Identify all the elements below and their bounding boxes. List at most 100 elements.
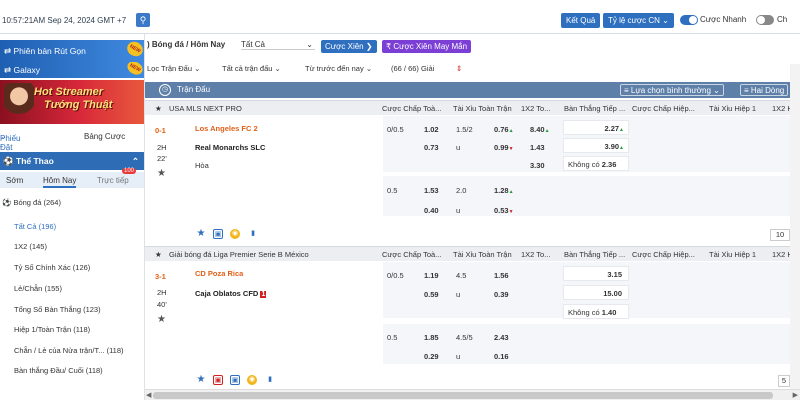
- soccer-field-icon[interactable]: ▣: [213, 375, 223, 385]
- x12-odds[interactable]: 3.30: [530, 161, 545, 170]
- next-goal-odds[interactable]: 15.00: [563, 285, 629, 300]
- filter-match[interactable]: Lọc Trận Đấu ⌄: [147, 64, 200, 73]
- ou-odds[interactable]: 0.39: [494, 290, 509, 299]
- chevron-down-icon: ⌄: [662, 16, 669, 25]
- star-icon[interactable]: ★: [196, 229, 206, 239]
- favorite-star-icon[interactable]: ★: [157, 168, 166, 179]
- next-goal-odds[interactable]: 2.27▲: [563, 120, 629, 135]
- market-select[interactable]: Tất Cả ⌄: [241, 40, 315, 50]
- market-item-total-goals[interactable]: Tổng Số Bàn Thắng (123): [14, 305, 101, 314]
- away-team: Caja Oblatos CFD 1: [195, 289, 267, 298]
- market-item-odd-even[interactable]: Lẻ/Chẵn (155): [14, 284, 62, 293]
- handicap-odds[interactable]: 0.40: [424, 206, 439, 215]
- favorite-star-icon[interactable]: ★: [157, 314, 166, 325]
- horizontal-scrollbar[interactable]: ◀ ▶: [145, 389, 800, 400]
- ou-odds[interactable]: 0.16: [494, 352, 509, 361]
- vertical-scrollbar[interactable]: [790, 64, 800, 389]
- col-handicap: Cược Chấp Toà...: [382, 250, 442, 259]
- more-markets-button[interactable]: 10: [770, 229, 790, 241]
- soccer-ball-icon: ⚽: [3, 156, 14, 166]
- market-item-1x2[interactable]: 1X2 (145): [14, 242, 47, 251]
- star-icon[interactable]: ★: [196, 375, 206, 385]
- video-icon[interactable]: ▣: [230, 375, 240, 385]
- swap-icon: ⇄: [4, 46, 12, 56]
- match-half: 2H: [157, 288, 167, 297]
- filter-count[interactable]: (66 / 66) Giải: [391, 64, 434, 73]
- next-goal-none[interactable]: Không có 1.40: [563, 304, 629, 319]
- swap-icon: ⇄: [4, 65, 12, 75]
- col-half-handicap: Cược Chấp Hiệp...: [632, 250, 695, 259]
- hot-streamer-subtitle: Tướng Thuật: [44, 99, 113, 111]
- second-toggle[interactable]: [756, 15, 774, 25]
- match-half: 2H: [157, 143, 167, 152]
- stats-icon[interactable]: ▮: [248, 229, 258, 239]
- live-stream-icon[interactable]: ◉: [247, 375, 257, 385]
- handicap-odds[interactable]: 0.59: [424, 290, 439, 299]
- ou-odds[interactable]: 0.99▼: [494, 143, 514, 152]
- quick-bet-label: Cược Nhanh: [700, 15, 747, 24]
- ou-odds[interactable]: 2.43: [494, 333, 509, 342]
- col-next-goal: Bàn Thắng Tiếp ...: [564, 104, 626, 113]
- next-goal-none[interactable]: Không có 2.36: [563, 156, 629, 171]
- scrollbar-thumb[interactable]: [153, 392, 773, 399]
- handicap-odds[interactable]: 1.19: [424, 271, 439, 280]
- filter-all-matches[interactable]: Tất cả trận đấu ⌄: [222, 64, 281, 73]
- x12-odds[interactable]: 1.43: [530, 143, 545, 152]
- view-choice-select[interactable]: ≡ Lựa chọn bình thường ⌄: [620, 84, 724, 96]
- star-icon[interactable]: ★: [155, 101, 162, 116]
- handicap-odds[interactable]: 1.53: [424, 186, 439, 195]
- tab-bet-slip[interactable]: Phiếu Đặt Cược ⌄: [0, 132, 20, 161]
- more-markets-button[interactable]: 5: [778, 375, 790, 387]
- sort-icon[interactable]: ⇕: [456, 64, 462, 73]
- ou-odds[interactable]: 0.76▲: [494, 125, 514, 134]
- live-stream-icon[interactable]: ◉: [230, 229, 240, 239]
- match-score: 3-1: [155, 272, 166, 281]
- matches-title: Trận Đấu: [177, 85, 211, 94]
- market-item-first-last-goal[interactable]: Bàn thắng Đầu/ Cuối (118): [14, 366, 103, 375]
- result-button[interactable]: Kết Quả: [561, 13, 601, 28]
- video-icon[interactable]: ▣: [213, 229, 223, 239]
- tab-early[interactable]: Sớm: [6, 176, 23, 185]
- lucky-parlay-button[interactable]: ₹ Cược Xiên May Mắn: [382, 40, 472, 53]
- handicap-line: 0/0.5: [387, 125, 404, 134]
- match-minute: 40': [157, 300, 167, 309]
- football-category[interactable]: ⚽ Bóng đá (264): [2, 198, 61, 207]
- handicap-odds[interactable]: 0.29: [424, 352, 439, 361]
- ou-line: 1.5/2: [456, 125, 473, 134]
- tab-bet-table[interactable]: Bảng Cược: [84, 132, 125, 141]
- next-goal-odds[interactable]: 3.90▲: [563, 138, 629, 153]
- stats-icon[interactable]: ▮: [265, 375, 275, 385]
- market-item-correct-score[interactable]: Tỷ Số Chính Xác (126): [14, 263, 90, 272]
- scroll-right-icon[interactable]: ▶: [793, 391, 798, 399]
- two-line-toggle[interactable]: ≡ Hai Dòng: [740, 84, 789, 96]
- home-team: Los Angeles FC 2: [195, 124, 258, 133]
- galaxy-banner[interactable]: ⇄ Galaxy NEW: [0, 62, 144, 78]
- handicap-odds[interactable]: 1.02: [424, 125, 439, 134]
- market-item-ht-ft[interactable]: Hiệp 1/Toàn Trận (118): [14, 325, 90, 334]
- handicap-odds[interactable]: 1.85: [424, 333, 439, 342]
- star-icon[interactable]: ★: [155, 247, 162, 262]
- col-next-goal: Bàn Thắng Tiếp ...: [564, 250, 626, 259]
- home-team: CD Poza Rica: [195, 269, 244, 278]
- league-header: ★ Giải bóng đá Liga Premier Serie B Méxi…: [145, 246, 800, 261]
- parlay-button[interactable]: Cược Xiên ❯: [321, 40, 377, 53]
- col-over-under: Tài Xỉu Toàn Trận: [453, 250, 512, 259]
- ou-odds[interactable]: 1.56: [494, 271, 509, 280]
- ou-odds[interactable]: 1.28▲: [494, 186, 514, 195]
- ou-odds[interactable]: 0.53▼: [494, 206, 514, 215]
- withdraw-banner[interactable]: ⇄ Phiên bản Rút Gọn NEW: [0, 40, 144, 62]
- filter-time[interactable]: Từ trước đến nay ⌄: [305, 64, 372, 73]
- handicap-odds[interactable]: 0.73: [424, 143, 439, 152]
- tab-live[interactable]: Trực tiếp: [97, 176, 129, 185]
- quick-bet-toggle[interactable]: [680, 15, 698, 25]
- search-icon[interactable]: ⚲: [136, 13, 150, 27]
- hot-streamer-banner[interactable]: Hot Streamer Tướng Thuật: [0, 80, 144, 124]
- market-item-all[interactable]: Tất Cả (196): [14, 222, 56, 231]
- x12-odds[interactable]: 8.40▲: [530, 125, 550, 134]
- odds-type-button[interactable]: Tỷ lệ cược CN ⌄: [603, 13, 674, 28]
- scroll-left-icon[interactable]: ◀: [146, 391, 151, 399]
- col-half-ou: Tài Xỉu Hiệp 1: [709, 104, 757, 113]
- next-goal-odds[interactable]: 3.15: [563, 266, 629, 281]
- market-item-half-odd-even[interactable]: Chẵn / Lẻ của Nửa trận/T... (118): [14, 346, 124, 355]
- tab-today[interactable]: Hôm Nay: [43, 176, 77, 188]
